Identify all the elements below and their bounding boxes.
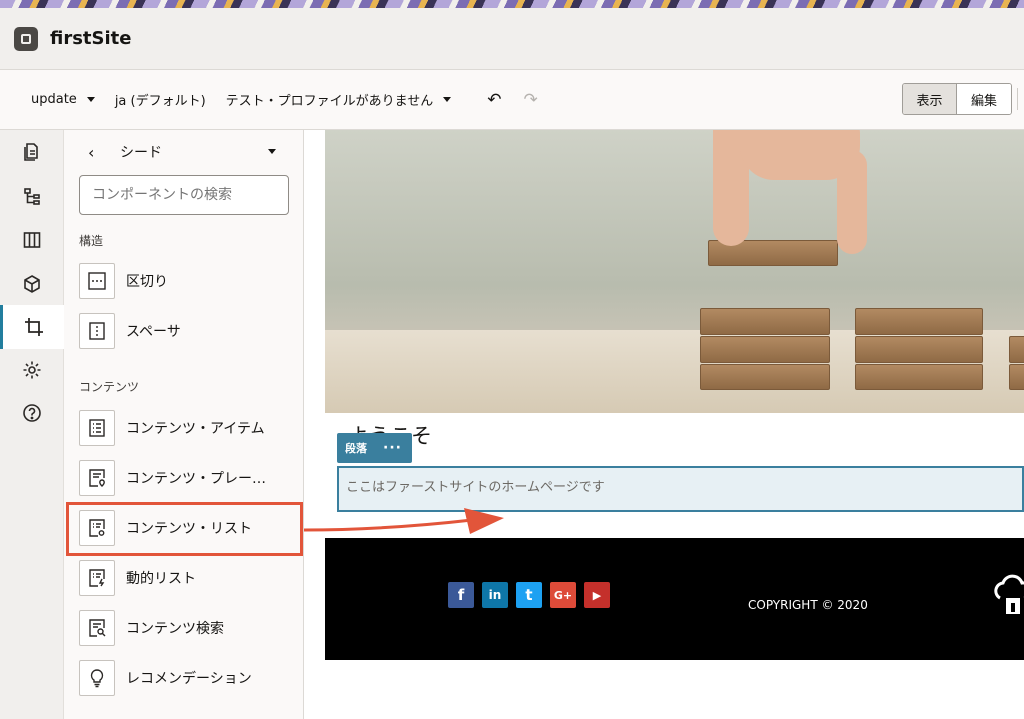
pages-icon[interactable] bbox=[0, 130, 64, 174]
dynamic-list-icon bbox=[79, 560, 115, 596]
chevron-down-icon bbox=[86, 97, 95, 102]
component-label: レコメンデーション bbox=[126, 671, 252, 687]
content-section-label: コンテンツ bbox=[79, 380, 140, 394]
component-label: スペーサ bbox=[126, 324, 181, 340]
page-footer bbox=[325, 538, 1024, 660]
hero-image bbox=[325, 130, 1024, 413]
content-search-icon bbox=[79, 610, 115, 646]
component-divider[interactable]: 区切り bbox=[79, 261, 289, 301]
panel-title: シード bbox=[120, 145, 162, 161]
layout-icon[interactable] bbox=[0, 218, 64, 262]
more-options-icon[interactable]: ··· bbox=[383, 440, 402, 456]
view-button[interactable]: 表示 bbox=[903, 84, 957, 114]
update-dropdown[interactable]: update bbox=[31, 92, 95, 107]
google-plus-icon[interactable]: G+ bbox=[550, 582, 576, 608]
decorative-banner bbox=[0, 0, 1024, 8]
lightbulb-icon bbox=[79, 660, 115, 696]
components-icon[interactable] bbox=[0, 305, 64, 349]
cloud-logo-icon bbox=[994, 574, 1024, 614]
paragraph-tag-label: 段落 bbox=[345, 442, 367, 455]
chevron-down-icon[interactable] bbox=[268, 149, 276, 154]
component-panel: ‹ シード 構造 区切り スペーサ コンテンツ コンテンツ・アイテム コンテンツ… bbox=[64, 130, 304, 719]
component-content-search[interactable]: コンテンツ検索 bbox=[79, 608, 289, 648]
annotation-highlight-box bbox=[66, 502, 303, 556]
component-label: コンテンツ・プレー… bbox=[126, 471, 266, 487]
structure-icon[interactable] bbox=[0, 174, 64, 218]
component-dynamic-list[interactable]: 動的リスト bbox=[79, 558, 289, 598]
component-label: 区切り bbox=[126, 274, 168, 290]
chevron-down-icon bbox=[443, 97, 452, 102]
content-item-icon bbox=[79, 410, 115, 446]
redo-icon[interactable]: ↷ bbox=[524, 90, 538, 110]
page-canvas: ようこそ 段落 ··· ここはファーストサイトのホームページです f in t … bbox=[304, 130, 1024, 719]
component-content-placeholder[interactable]: コンテンツ・プレー… bbox=[79, 458, 289, 498]
profile-dropdown[interactable]: テスト・プロファイルがありません bbox=[226, 90, 452, 109]
app-header: firstSite bbox=[0, 8, 1024, 70]
content-placeholder-icon bbox=[79, 460, 115, 496]
site-title: firstSite bbox=[50, 28, 132, 49]
twitter-icon[interactable]: t bbox=[516, 582, 542, 608]
structure-section-label: 構造 bbox=[79, 234, 104, 248]
settings-icon[interactable] bbox=[0, 348, 64, 392]
component-recommendation[interactable]: レコメンデーション bbox=[79, 658, 289, 698]
undo-icon[interactable]: ↶ bbox=[487, 90, 501, 110]
component-label: コンテンツ・アイテム bbox=[126, 421, 265, 437]
linkedin-icon[interactable]: in bbox=[482, 582, 508, 608]
update-label: update bbox=[31, 92, 77, 107]
back-chevron-icon[interactable]: ‹ bbox=[88, 143, 108, 162]
edit-button[interactable]: 編集 bbox=[957, 84, 1011, 114]
language-label: ja (デフォルト) bbox=[114, 94, 206, 109]
annotation-arrow bbox=[304, 508, 504, 534]
panel-header: ‹ シード bbox=[88, 142, 276, 162]
component-label: 動的リスト bbox=[126, 571, 196, 587]
assets-icon[interactable] bbox=[0, 262, 64, 306]
copyright-text: COPYRIGHT © 2020 bbox=[748, 598, 868, 612]
site-logo-icon bbox=[14, 26, 38, 51]
spacer-icon bbox=[79, 313, 115, 349]
component-spacer[interactable]: スペーサ bbox=[79, 311, 289, 351]
toolbar: update ja (デフォルト) テスト・プロファイルがありません ↶ ↷ 表… bbox=[0, 70, 1024, 130]
help-icon[interactable] bbox=[0, 391, 64, 435]
language-selector[interactable]: ja (デフォルト) bbox=[115, 90, 206, 109]
view-edit-toggle: 表示 編集 bbox=[902, 83, 1012, 115]
toolbar-divider bbox=[1017, 88, 1018, 110]
left-rail bbox=[0, 130, 64, 719]
component-content-item[interactable]: コンテンツ・アイテム bbox=[79, 408, 289, 448]
component-label: コンテンツ検索 bbox=[126, 621, 224, 637]
youtube-icon[interactable]: ▶ bbox=[584, 582, 610, 608]
facebook-icon[interactable]: f bbox=[448, 582, 474, 608]
profile-label: テスト・プロファイルがありません bbox=[225, 94, 434, 109]
component-search-input[interactable] bbox=[79, 175, 289, 215]
paragraph-component-tag[interactable]: 段落 ··· bbox=[337, 433, 412, 463]
divider-icon bbox=[79, 263, 115, 299]
